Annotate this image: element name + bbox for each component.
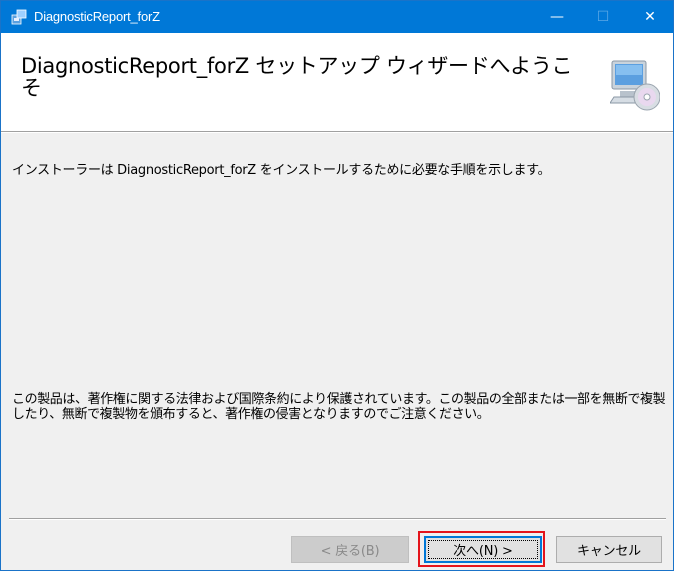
close-button[interactable]: ✕ (627, 1, 673, 33)
header-divider (1, 132, 673, 133)
page-title: DiagnosticReport_forZ セットアップ ウィザードへようこそ (21, 54, 573, 100)
window-title: DiagnosticReport_forZ (34, 9, 160, 24)
computer-cd-icon (610, 60, 660, 111)
footer-divider (9, 518, 666, 520)
minimize-button[interactable]: — (534, 1, 580, 33)
wizard-header: DiagnosticReport_forZ セットアップ ウィザードへようこそ (1, 33, 673, 132)
back-button[interactable]: < 戻る(B) (291, 536, 409, 563)
intro-text: インストーラーは DiagnosticReport_forZ をインストールする… (12, 163, 551, 178)
next-button-highlight (418, 531, 545, 567)
installer-app-icon (11, 9, 27, 25)
close-icon: ✕ (644, 9, 656, 25)
title-bar[interactable]: DiagnosticReport_forZ — ☐ ✕ (1, 1, 673, 33)
maximize-icon: ☐ (596, 9, 610, 25)
setup-wizard-window: DiagnosticReport_forZ — ☐ ✕ DiagnosticRe… (0, 0, 674, 571)
cancel-button[interactable]: キャンセル (556, 536, 662, 563)
minimize-icon: — (550, 9, 564, 25)
maximize-button[interactable]: ☐ (580, 1, 626, 33)
copyright-notice: この製品は、著作権に関する法律および国際条約により保護されています。この製品の全… (12, 392, 666, 422)
